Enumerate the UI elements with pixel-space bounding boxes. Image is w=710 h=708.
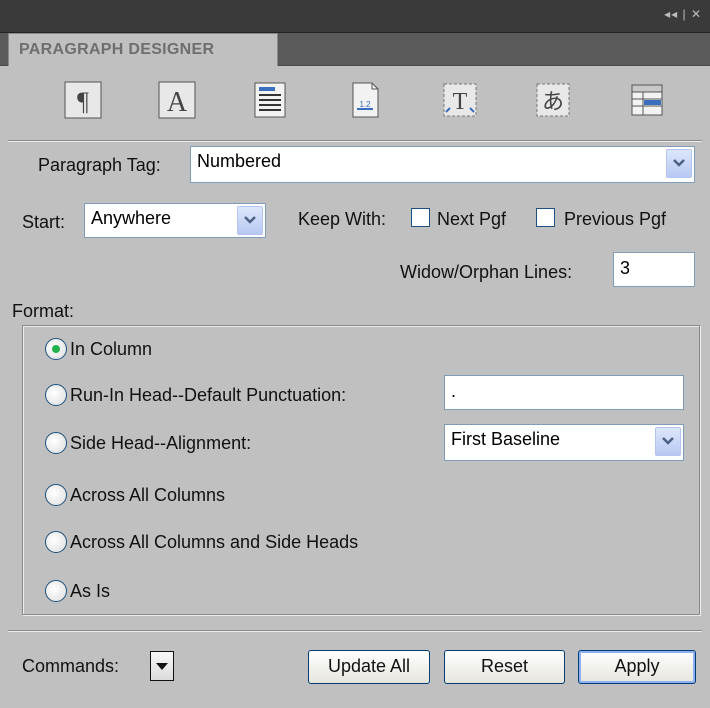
panel-title-bar: ◂◂ | ✕ bbox=[0, 0, 710, 33]
side-head-alignment-select[interactable]: First Baseline bbox=[444, 424, 684, 461]
character-a-icon[interactable]: A bbox=[157, 80, 197, 120]
as-is-label: As Is bbox=[70, 581, 111, 601]
start-select[interactable]: Anywhere bbox=[84, 203, 266, 238]
next-pgf-checkbox[interactable] bbox=[411, 208, 430, 227]
run-in-head-label: Run-In Head--Default Punctuation: bbox=[70, 385, 347, 405]
property-group-toolbar: ¶ A 1.2 T あ bbox=[0, 66, 710, 138]
keep-with-label: Keep With: bbox=[298, 209, 387, 229]
in-column-radio[interactable] bbox=[45, 338, 67, 360]
pagination-icon[interactable] bbox=[250, 80, 290, 120]
widow-orphan-label: Widow/Orphan Lines: bbox=[400, 262, 573, 282]
table-cell-icon[interactable] bbox=[627, 80, 667, 120]
paragraph-tag-value: Numbered bbox=[197, 151, 282, 171]
paragraph-tag-label: Paragraph Tag: bbox=[38, 155, 161, 175]
pilcrow-icon[interactable]: ¶ bbox=[63, 80, 103, 120]
svg-text:T: T bbox=[453, 89, 468, 115]
previous-pgf-label: Previous Pgf bbox=[564, 209, 667, 229]
across-all-columns-radio[interactable] bbox=[45, 484, 67, 506]
across-columns-side-heads-label: Across All Columns and Side Heads bbox=[70, 532, 359, 552]
footer-divider bbox=[8, 630, 702, 632]
format-label: Format: bbox=[12, 301, 75, 321]
tab-row: PARAGRAPH DESIGNER bbox=[0, 33, 710, 66]
commands-menu-button[interactable] bbox=[150, 651, 174, 681]
previous-pgf-checkbox[interactable] bbox=[536, 208, 555, 227]
svg-text:あ: あ bbox=[542, 90, 564, 115]
tab-paragraph-designer[interactable]: PARAGRAPH DESIGNER bbox=[8, 33, 278, 66]
apply-button[interactable]: Apply bbox=[578, 650, 696, 684]
widow-orphan-input[interactable]: 3 bbox=[613, 252, 695, 287]
default-punctuation-input[interactable]: . bbox=[444, 375, 684, 410]
chevron-down-icon[interactable] bbox=[666, 149, 692, 178]
panel-window-controls[interactable]: ◂◂ | ✕ bbox=[664, 7, 702, 21]
advanced-text-icon[interactable]: T bbox=[440, 80, 480, 120]
start-value: Anywhere bbox=[91, 208, 172, 228]
paragraph-tag-combo[interactable]: Numbered bbox=[190, 146, 695, 183]
chevron-down-icon[interactable] bbox=[655, 427, 681, 456]
tab-label: PARAGRAPH DESIGNER bbox=[19, 41, 215, 58]
toolbar-divider bbox=[8, 140, 702, 142]
svg-text:¶: ¶ bbox=[77, 87, 89, 116]
numbering-icon[interactable]: 1.2 bbox=[345, 80, 385, 120]
svg-text:A: A bbox=[167, 87, 188, 118]
svg-text:1.2: 1.2 bbox=[359, 100, 371, 109]
side-head-alignment-value: First Baseline bbox=[451, 429, 561, 449]
asian-text-icon[interactable]: あ bbox=[533, 80, 573, 120]
chevron-down-icon[interactable] bbox=[237, 206, 263, 235]
start-label: Start: bbox=[22, 212, 66, 232]
as-is-radio[interactable] bbox=[45, 580, 67, 602]
update-all-button[interactable]: Update All bbox=[308, 650, 430, 684]
reset-button[interactable]: Reset bbox=[444, 650, 565, 684]
next-pgf-label: Next Pgf bbox=[437, 209, 507, 229]
side-head-label: Side Head--Alignment: bbox=[70, 433, 252, 453]
commands-label: Commands: bbox=[22, 656, 120, 676]
paragraph-designer-panel: ◂◂ | ✕ PARAGRAPH DESIGNER ¶ A 1.2 T あ Pa bbox=[0, 0, 710, 708]
across-columns-side-heads-radio[interactable] bbox=[45, 531, 67, 553]
in-column-label: In Column bbox=[70, 339, 153, 359]
run-in-head-radio[interactable] bbox=[45, 384, 67, 406]
radio-selected-dot bbox=[52, 345, 60, 353]
format-group bbox=[22, 325, 700, 615]
triangle-down-icon bbox=[156, 663, 168, 670]
across-all-columns-label: Across All Columns bbox=[70, 485, 226, 505]
side-head-radio[interactable] bbox=[45, 432, 67, 454]
